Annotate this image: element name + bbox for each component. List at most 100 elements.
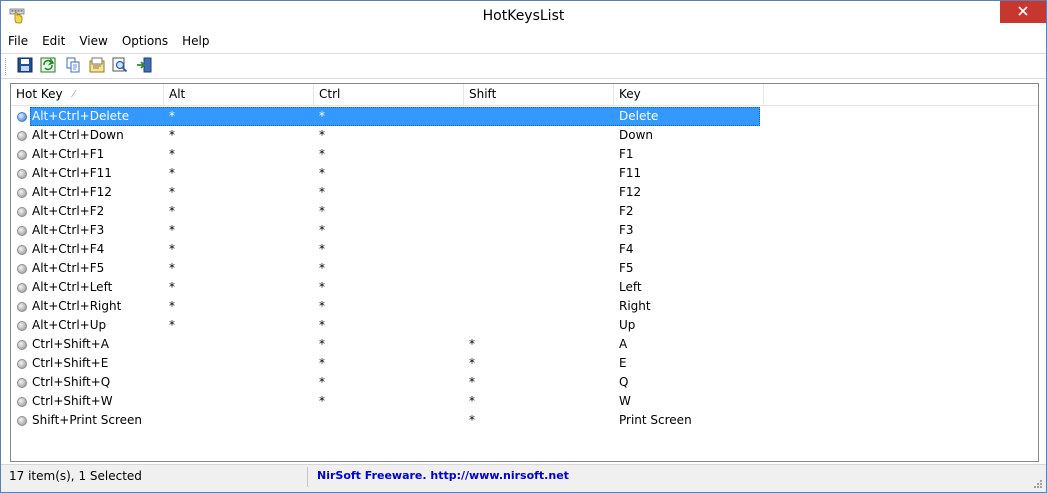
table-row[interactable]: Alt+Ctrl+Left * * Left [11, 278, 1038, 297]
column-header-shift[interactable]: Shift [464, 84, 614, 106]
cell-key: W [619, 394, 631, 408]
table-row[interactable]: Alt+Ctrl+F12 * * F12 [11, 183, 1038, 202]
table-row[interactable]: Ctrl+Shift+E * * E [11, 354, 1038, 373]
toolbar-grip[interactable] [5, 58, 8, 75]
cell-ctrl: * [319, 318, 325, 332]
cell-shift [464, 221, 614, 240]
table-row[interactable]: Shift+Print Screen * Print Screen [11, 411, 1038, 430]
cell-alt: * [169, 242, 175, 256]
hotkey-bullet-icon [17, 168, 27, 179]
cell-alt: * [169, 261, 175, 275]
properties-button[interactable] [87, 57, 107, 75]
cell-hot-key: Alt+Ctrl+F4 [11, 240, 164, 259]
cell-key: Q [619, 375, 629, 389]
menu-file[interactable]: File [1, 31, 35, 52]
table-row[interactable]: Alt+Ctrl+F11 * * F11 [11, 164, 1038, 183]
menu-edit[interactable]: Edit [35, 31, 72, 52]
column-header-hot-key[interactable]: Hot Key ⁄ [11, 84, 164, 106]
resize-grip-icon[interactable] [1031, 477, 1043, 489]
hotkeys-list[interactable]: Hot Key ⁄ Alt Ctrl Shift Key Alt+Ctrl+De… [10, 83, 1039, 462]
cell-shift [464, 145, 614, 164]
save-button[interactable] [15, 57, 35, 75]
cell-shift: * [469, 337, 475, 351]
cell-shift [464, 183, 614, 202]
cell-shift: * [469, 413, 475, 427]
refresh-button[interactable] [38, 57, 58, 75]
cell-alt: * [169, 128, 175, 142]
cell-key: F2 [619, 204, 634, 218]
cell-ctrl: * [319, 261, 325, 275]
copy-icon [65, 57, 81, 76]
cell-key: F3 [619, 223, 634, 237]
cell-key: F12 [619, 185, 642, 199]
find-button[interactable] [110, 57, 130, 75]
table-row[interactable]: Alt+Ctrl+F4 * * F4 [11, 240, 1038, 259]
cell-shift: * [469, 356, 475, 370]
hotkey-bullet-icon [17, 244, 27, 255]
list-rows: Alt+Ctrl+Delete * * Delete Alt+Ctrl+Down * * Do… [11, 107, 1038, 430]
hotkey-bullet-icon [17, 282, 27, 293]
hotkey-bullet-icon [17, 111, 27, 122]
table-row[interactable]: Alt+Ctrl+Down * * Down [11, 126, 1038, 145]
menu-options[interactable]: Options [115, 31, 175, 52]
cell-shift: * [469, 375, 475, 389]
properties-icon [89, 57, 105, 76]
cell-ctrl [314, 411, 464, 430]
nirsoft-link[interactable]: NirSoft Freeware. http://www.nirsoft.net [317, 465, 569, 487]
cell-key: Delete [619, 109, 659, 123]
table-row[interactable]: Alt+Ctrl+F1 * * F1 [11, 145, 1038, 164]
cell-alt: * [169, 204, 175, 218]
table-row[interactable]: Alt+Ctrl+F3 * * F3 [11, 221, 1038, 240]
cell-key: F4 [619, 242, 634, 256]
exit-button[interactable] [134, 57, 154, 75]
copy-button[interactable] [63, 57, 83, 75]
menu-help[interactable]: Help [175, 31, 216, 52]
hotkey-bullet-icon [17, 301, 27, 312]
hotkey-bullet-icon [17, 187, 27, 198]
save-icon [17, 57, 33, 76]
hotkey-bullet-icon [17, 396, 27, 407]
cell-shift [464, 202, 614, 221]
cell-shift: * [469, 394, 475, 408]
app-window: HotKeysList File Edit View Options Help [0, 0, 1047, 493]
cell-hot-key: Alt+Ctrl+F3 [11, 221, 164, 240]
column-header-key[interactable]: Key [614, 84, 764, 106]
cell-ctrl: * [319, 299, 325, 313]
column-header-alt[interactable]: Alt [164, 84, 314, 106]
close-button[interactable] [1000, 1, 1046, 23]
cell-alt [164, 373, 314, 392]
hotkey-bullet-icon [17, 358, 27, 369]
column-header-ctrl[interactable]: Ctrl [314, 84, 464, 106]
table-row[interactable]: Ctrl+Shift+W * * W [11, 392, 1038, 411]
cell-ctrl: * [319, 166, 325, 180]
cell-alt: * [169, 223, 175, 237]
table-row[interactable]: Alt+Ctrl+Up * * Up [11, 316, 1038, 335]
cell-key: E [619, 356, 627, 370]
table-row[interactable]: Alt+Ctrl+F2 * * F2 [11, 202, 1038, 221]
cell-ctrl: * [319, 109, 325, 123]
table-row[interactable]: Ctrl+Shift+A * * A [11, 335, 1038, 354]
table-row[interactable]: Alt+Ctrl+F5 * * F5 [11, 259, 1038, 278]
title-bar[interactable]: HotKeysList [1, 1, 1046, 31]
window-title: HotKeysList [482, 8, 565, 24]
cell-key: Down [619, 128, 654, 142]
cell-shift [464, 107, 614, 126]
cell-alt [164, 392, 314, 411]
cell-ctrl: * [319, 204, 325, 218]
close-icon [1018, 5, 1028, 19]
cell-hot-key: Alt+Ctrl+Up [11, 316, 164, 335]
table-row[interactable]: Alt+Ctrl+Right * * Right [11, 297, 1038, 316]
table-row[interactable]: Alt+Ctrl+Delete * * Delete [11, 107, 1038, 126]
cell-key: F11 [619, 166, 642, 180]
hotkey-bullet-icon [17, 320, 27, 331]
menu-bar: File Edit View Options Help [1, 31, 1046, 52]
hotkey-bullet-icon [17, 415, 27, 426]
cell-hot-key: Ctrl+Shift+A [11, 335, 164, 354]
cell-alt: * [169, 147, 175, 161]
table-row[interactable]: Ctrl+Shift+Q * * Q [11, 373, 1038, 392]
cell-alt: * [169, 109, 175, 123]
cell-key: A [619, 337, 628, 351]
cell-hot-key: Alt+Ctrl+F1 [11, 145, 164, 164]
menu-view[interactable]: View [72, 31, 114, 52]
cell-hot-key: Shift+Print Screen [11, 411, 164, 430]
